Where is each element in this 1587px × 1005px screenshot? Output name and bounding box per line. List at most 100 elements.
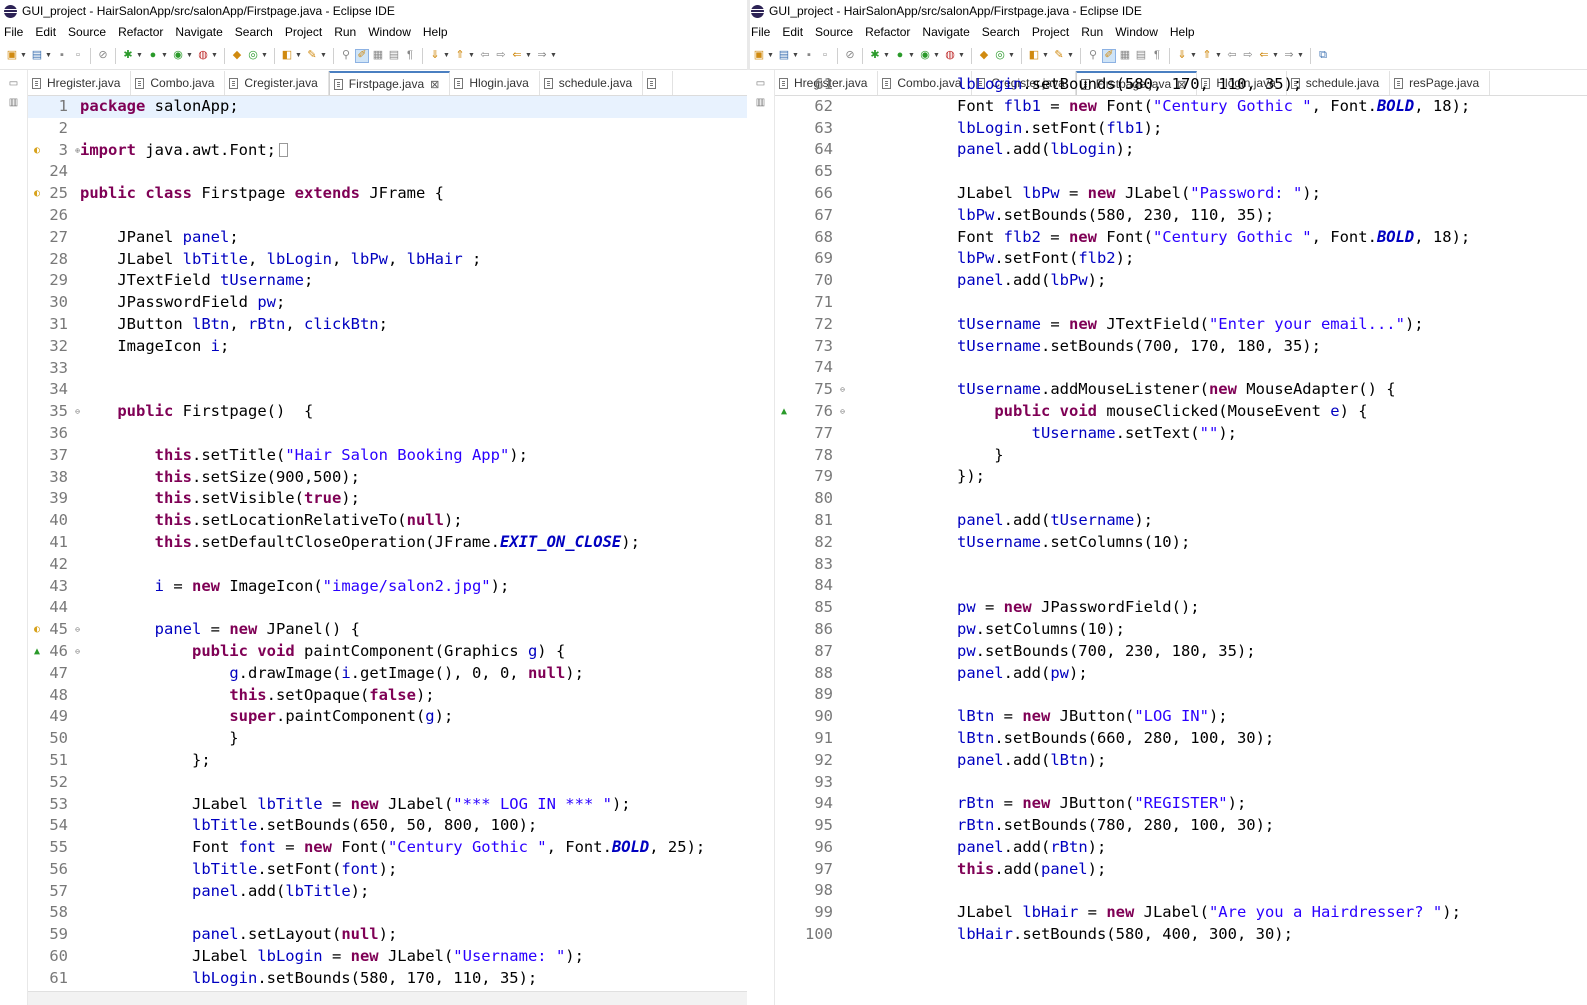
toggle-ant-editor-icon[interactable]: ⚲ <box>1086 49 1100 63</box>
forward-icon[interactable]: ⇒ <box>535 49 549 63</box>
menu-project[interactable]: Project <box>1032 25 1077 39</box>
menu-window[interactable]: Window <box>368 25 419 39</box>
menu-navigate[interactable]: Navigate <box>175 25 230 39</box>
open-type-dropdown-icon[interactable]: ▼ <box>295 52 302 59</box>
previous-annotation-dropdown-icon[interactable]: ▼ <box>468 52 475 59</box>
code-line[interactable]: 54 lbTitle.setBounds(650, 50, 800, 100); <box>28 815 760 837</box>
toggle-ant-editor-icon[interactable]: ⚲ <box>339 49 353 63</box>
code-line[interactable]: 69 lbPw.setFont(flb2); <box>775 248 1587 270</box>
code-line[interactable]: 68 Font flb2 = new Font("Century Gothic … <box>775 227 1587 249</box>
skip-breakpoints-icon[interactable]: ⊘ <box>96 49 110 63</box>
code-line[interactable]: 94 rBtn = new JButton("REGISTER"); <box>775 793 1587 815</box>
tab-hregister[interactable]: Hregister.java <box>28 71 132 95</box>
fold-expand-icon[interactable]: ⊕ <box>75 140 80 162</box>
code-line[interactable]: 43 i = new ImageIcon("image/salon2.jpg")… <box>28 576 760 598</box>
new-java-class-icon[interactable]: ◎ <box>993 49 1007 63</box>
code-line[interactable]: 81 panel.add(tUsername); <box>775 510 1587 532</box>
new-icon[interactable]: ▣ <box>752 49 766 63</box>
run-icon[interactable]: ● <box>146 49 160 63</box>
code-line[interactable]: 42 <box>28 554 760 576</box>
search-icon[interactable]: ✎ <box>1052 49 1066 63</box>
save-icon[interactable]: ▪ <box>55 49 69 63</box>
menu-search[interactable]: Search <box>235 25 281 39</box>
code-line[interactable]: 83 <box>775 554 1587 576</box>
code-line[interactable]: 35 ⊖ public Firstpage() { <box>28 401 760 423</box>
toggle-mark-occurrences-icon[interactable]: ✐ <box>1102 48 1116 63</box>
close-icon[interactable]: ⊠ <box>430 78 439 91</box>
code-line[interactable]: 91 lBtn.setBounds(660, 280, 100, 30); <box>775 728 1587 750</box>
menu-file[interactable]: File <box>751 25 778 39</box>
code-line[interactable]: 90 lBtn = new JButton("LOG IN"); <box>775 706 1587 728</box>
code-line[interactable]: 56 lbTitle.setFont(font); <box>28 859 760 881</box>
override-arrow-icon[interactable]: ▲ <box>777 401 787 423</box>
code-line[interactable]: 31 JButton lBtn, rBtn, clickBtn; <box>28 314 760 336</box>
code-line[interactable]: 65 <box>775 161 1587 183</box>
forward-dropdown-icon[interactable]: ▼ <box>1297 52 1304 59</box>
package-explorer-icon[interactable]: ▥ <box>0 97 27 108</box>
code-line[interactable]: 30 JPasswordField pw; <box>28 292 760 314</box>
run-dropdown-icon[interactable]: ▼ <box>161 52 168 59</box>
code-line[interactable]: 38 this.setSize(900,500); <box>28 467 760 489</box>
search-dropdown-icon[interactable]: ▼ <box>320 52 327 59</box>
code-line[interactable]: 55 Font font = new Font("Century Gothic … <box>28 837 760 859</box>
menu-source[interactable]: Source <box>68 25 114 39</box>
run-dropdown-icon[interactable]: ▼ <box>908 52 915 59</box>
code-line[interactable]: 70 panel.add(lbPw); <box>775 270 1587 292</box>
forward-edit-icon[interactable]: ⇨ <box>494 49 508 63</box>
restore-icon[interactable]: ▭ <box>0 78 27 89</box>
code-line[interactable]: 40 this.setLocationRelativeTo(null); <box>28 510 760 532</box>
package-explorer-icon[interactable]: ▥ <box>747 97 774 108</box>
code-line[interactable]: 41 this.setDefaultCloseOperation(JFrame.… <box>28 532 760 554</box>
forward-edit-icon[interactable]: ⇨ <box>1241 49 1255 63</box>
new-java-package-icon[interactable]: ◆ <box>977 49 991 63</box>
new-dropdown-icon[interactable]: ▼ <box>767 52 774 59</box>
open-type-icon[interactable]: ◧ <box>1027 49 1041 63</box>
forward-icon[interactable]: ⇒ <box>1282 49 1296 63</box>
code-line[interactable]: 34 <box>28 379 760 401</box>
code-line[interactable]: 3 ◐ ⊕ import java.awt.Font; <box>28 140 760 162</box>
code-line[interactable]: 98 <box>775 880 1587 902</box>
back-icon[interactable]: ⇐ <box>1257 49 1271 63</box>
code-line[interactable]: 52 <box>28 772 760 794</box>
new-java-package-icon[interactable]: ◆ <box>230 49 244 63</box>
code-line[interactable]: 85 pw = new JPasswordField(); <box>775 597 1587 619</box>
code-line[interactable]: 71 <box>775 292 1587 314</box>
code-line[interactable]: 92 panel.add(lBtn); <box>775 750 1587 772</box>
external-tools-icon[interactable]: ◍ <box>943 49 957 63</box>
external-tools-icon[interactable]: ◍ <box>196 49 210 63</box>
next-annotation-dropdown-icon[interactable]: ▼ <box>443 52 450 59</box>
code-line[interactable]: 86 pw.setColumns(10); <box>775 619 1587 641</box>
next-annotation-dropdown-icon[interactable]: ▼ <box>1190 52 1197 59</box>
toggle-block-selection-icon[interactable]: ▦ <box>371 49 385 63</box>
back-dropdown-icon[interactable]: ▼ <box>525 52 532 59</box>
code-line[interactable]: 59 panel.setLayout(null); <box>28 924 760 946</box>
code-line[interactable]: 82 tUsername.setColumns(10); <box>775 532 1587 554</box>
code-line[interactable]: 48 this.setOpaque(false); <box>28 685 760 707</box>
fold-collapse-icon[interactable]: ⊖ <box>840 401 845 423</box>
code-line[interactable]: 49 super.paintComponent(g); <box>28 706 760 728</box>
code-line[interactable]: 39 this.setVisible(true); <box>28 488 760 510</box>
next-annotation-icon[interactable]: ⇓ <box>1175 49 1189 63</box>
menu-navigate[interactable]: Navigate <box>922 25 977 39</box>
open-icon[interactable]: ▤ <box>777 49 791 63</box>
code-line[interactable]: 78 } <box>775 445 1587 467</box>
save-all-icon[interactable]: ▫ <box>71 49 85 63</box>
code-line[interactable]: 61 lbLogin.setBounds(580, 170, 110, 35); <box>775 74 1587 96</box>
code-line[interactable]: 66 JLabel lbPw = new JLabel("Password: "… <box>775 183 1587 205</box>
debug-dropdown-icon[interactable]: ▼ <box>136 52 143 59</box>
menu-help[interactable]: Help <box>1170 25 1203 39</box>
code-line[interactable]: 26 <box>28 205 760 227</box>
code-editor[interactable]: 61 lbLogin.setBounds(580, 170, 110, 35);… <box>775 74 1587 1005</box>
menu-run[interactable]: Run <box>1081 25 1111 39</box>
menu-refactor[interactable]: Refactor <box>118 25 171 39</box>
tab-hlogin[interactable]: Hlogin.java <box>450 71 540 95</box>
back-dropdown-icon[interactable]: ▼ <box>1272 52 1279 59</box>
show-whitespace-icon[interactable]: ¶ <box>403 49 417 63</box>
word-wrap-icon[interactable]: ▤ <box>387 49 401 63</box>
menu-edit[interactable]: Edit <box>35 25 64 39</box>
code-line[interactable]: 27 JPanel panel; <box>28 227 760 249</box>
coverage-dropdown-icon[interactable]: ▼ <box>933 52 940 59</box>
code-line[interactable]: 51 }; <box>28 750 760 772</box>
forward-dropdown-icon[interactable]: ▼ <box>550 52 557 59</box>
menu-run[interactable]: Run <box>334 25 364 39</box>
